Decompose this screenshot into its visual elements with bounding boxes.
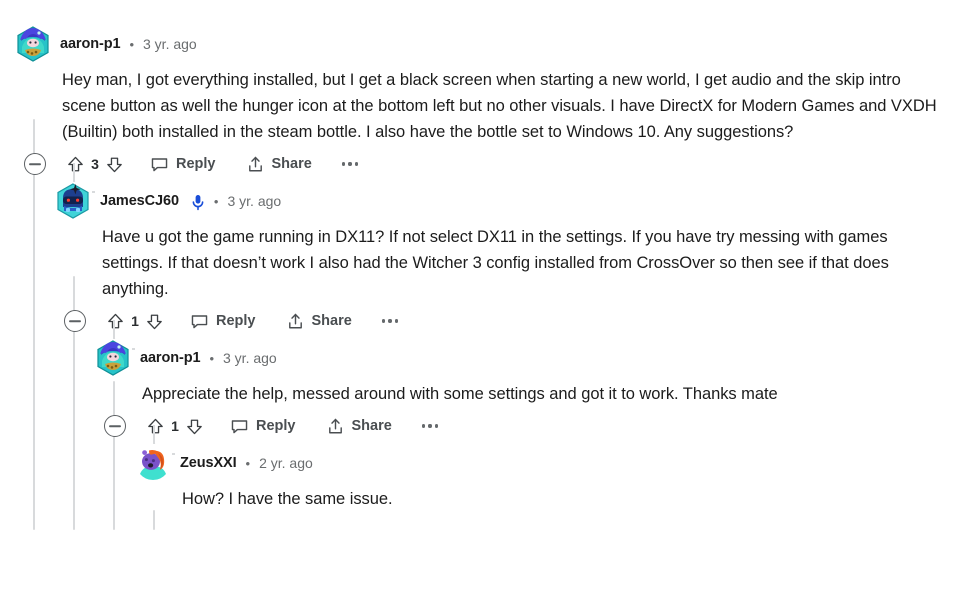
comment-thread-item: aaron-p1 • 3 yr. ago Hey man, I got ever… [0, 0, 957, 530]
vote-count: 1 [171, 418, 179, 434]
comment-thread-item: ZeusXXI • 2 yr. ago How? I have the same… [134, 425, 957, 530]
comment-author[interactable]: aaron-p1 [60, 36, 121, 52]
meta-separator: • [213, 193, 219, 209]
thread-line[interactable] [153, 510, 155, 530]
comment-author[interactable]: ZeusXXI [180, 455, 237, 471]
share-label: Share [351, 418, 392, 434]
vote-count: 3 [91, 156, 99, 172]
comment-header: aaron-p1 • 3 yr. ago [94, 338, 957, 378]
comment-thread-item: JamesCJ60 • 3 yr. ago Have u got the gam… [54, 163, 957, 530]
share-arrow-icon [288, 313, 302, 328]
share-arrow-icon [328, 418, 342, 433]
comment-body: How? I have the same issue. [182, 490, 393, 508]
avatar[interactable] [54, 182, 92, 220]
reply-button[interactable]: Reply [150, 155, 216, 174]
share-label: Share [271, 156, 312, 172]
downvote-arrow-icon[interactable] [185, 417, 204, 436]
comment-timestamp: 3 yr. ago [223, 350, 277, 366]
comment-body: Appreciate the help, messed around with … [142, 385, 778, 403]
more-options-button[interactable] [420, 418, 440, 433]
comment-bubble-icon [151, 157, 168, 171]
reply-label: Reply [256, 418, 296, 434]
reply-label: Reply [216, 313, 256, 329]
vote-group: 1 [106, 312, 164, 331]
comment-children: ZeusXXI • 2 yr. ago How? I have the same… [94, 381, 957, 530]
more-options-button[interactable] [340, 156, 360, 171]
overflow-dot [428, 424, 432, 428]
collapse-thread-button[interactable] [104, 415, 126, 437]
reply-button[interactable]: Reply [230, 417, 296, 436]
comment-header: ZeusXXI • 2 yr. ago [134, 443, 957, 483]
share-button[interactable]: Share [246, 155, 312, 174]
comment-children: aaron-p1 • 3 yr. ago Appreciate the help… [54, 276, 957, 530]
overflow-dot [341, 162, 346, 166]
vote-group: 3 [66, 155, 124, 174]
downvote-arrow-icon[interactable] [105, 155, 124, 174]
avatar[interactable] [94, 339, 132, 377]
overflow-dot [421, 424, 426, 428]
comment-timestamp: 2 yr. ago [259, 455, 313, 471]
share-button[interactable]: Share [326, 417, 392, 436]
avatar[interactable] [14, 25, 52, 63]
vote-group: 1 [146, 417, 204, 436]
downvote-arrow-icon[interactable] [145, 312, 164, 331]
meta-separator: • [129, 36, 134, 52]
overflow-dot [381, 319, 386, 323]
comment-body: Hey man, I got everything installed, but… [62, 71, 937, 141]
comment-body: Have u got the game running in DX11? If … [102, 228, 889, 298]
microphone-icon [191, 194, 205, 211]
comment-children [134, 510, 957, 530]
avatar[interactable] [134, 444, 172, 482]
meta-separator: • [245, 455, 251, 471]
collapse-thread-button[interactable] [24, 153, 46, 175]
more-options-button[interactable] [380, 313, 400, 328]
comment-bubble-icon [231, 419, 248, 433]
comment-action-bar: 1 Reply Share [54, 304, 957, 338]
upvote-arrow-icon[interactable] [66, 155, 85, 174]
overflow-dot [354, 162, 358, 166]
comment-author[interactable]: JamesCJ60 [100, 193, 179, 209]
overflow-dot [434, 424, 438, 428]
comment-header: aaron-p1 • 3 yr. ago [14, 24, 957, 64]
share-arrow-icon [248, 156, 262, 171]
thread-line[interactable] [33, 119, 35, 530]
share-label: Share [311, 313, 352, 329]
share-button[interactable]: Share [286, 312, 352, 331]
comment-timestamp: 3 yr. ago [227, 193, 282, 209]
comment-author[interactable]: aaron-p1 [140, 350, 201, 366]
thread-line[interactable] [113, 381, 115, 530]
upvote-arrow-icon[interactable] [146, 417, 165, 436]
overflow-dot [388, 319, 392, 323]
comment-action-bar: 3 Reply Share [14, 147, 957, 181]
comment-thread: aaron-p1 • 3 yr. ago Hey man, I got ever… [0, 0, 957, 590]
comment-action-bar: 1 Reply Share [94, 409, 957, 443]
comment-bubble-icon [191, 314, 208, 328]
overflow-dot [394, 319, 398, 323]
overflow-dot [348, 162, 352, 166]
comment-header: JamesCJ60 • 3 yr. ago [54, 181, 957, 221]
vote-count: 1 [131, 313, 139, 329]
comment-timestamp: 3 yr. ago [143, 36, 197, 52]
comment-thread-item: aaron-p1 • 3 yr. ago Appreciate the help… [94, 320, 957, 530]
reply-button[interactable]: Reply [190, 312, 256, 331]
meta-separator: • [209, 350, 214, 366]
upvote-arrow-icon[interactable] [106, 312, 125, 331]
collapse-thread-button[interactable] [64, 310, 86, 332]
reply-label: Reply [176, 156, 216, 172]
comment-children: JamesCJ60 • 3 yr. ago Have u got the gam… [14, 119, 957, 530]
